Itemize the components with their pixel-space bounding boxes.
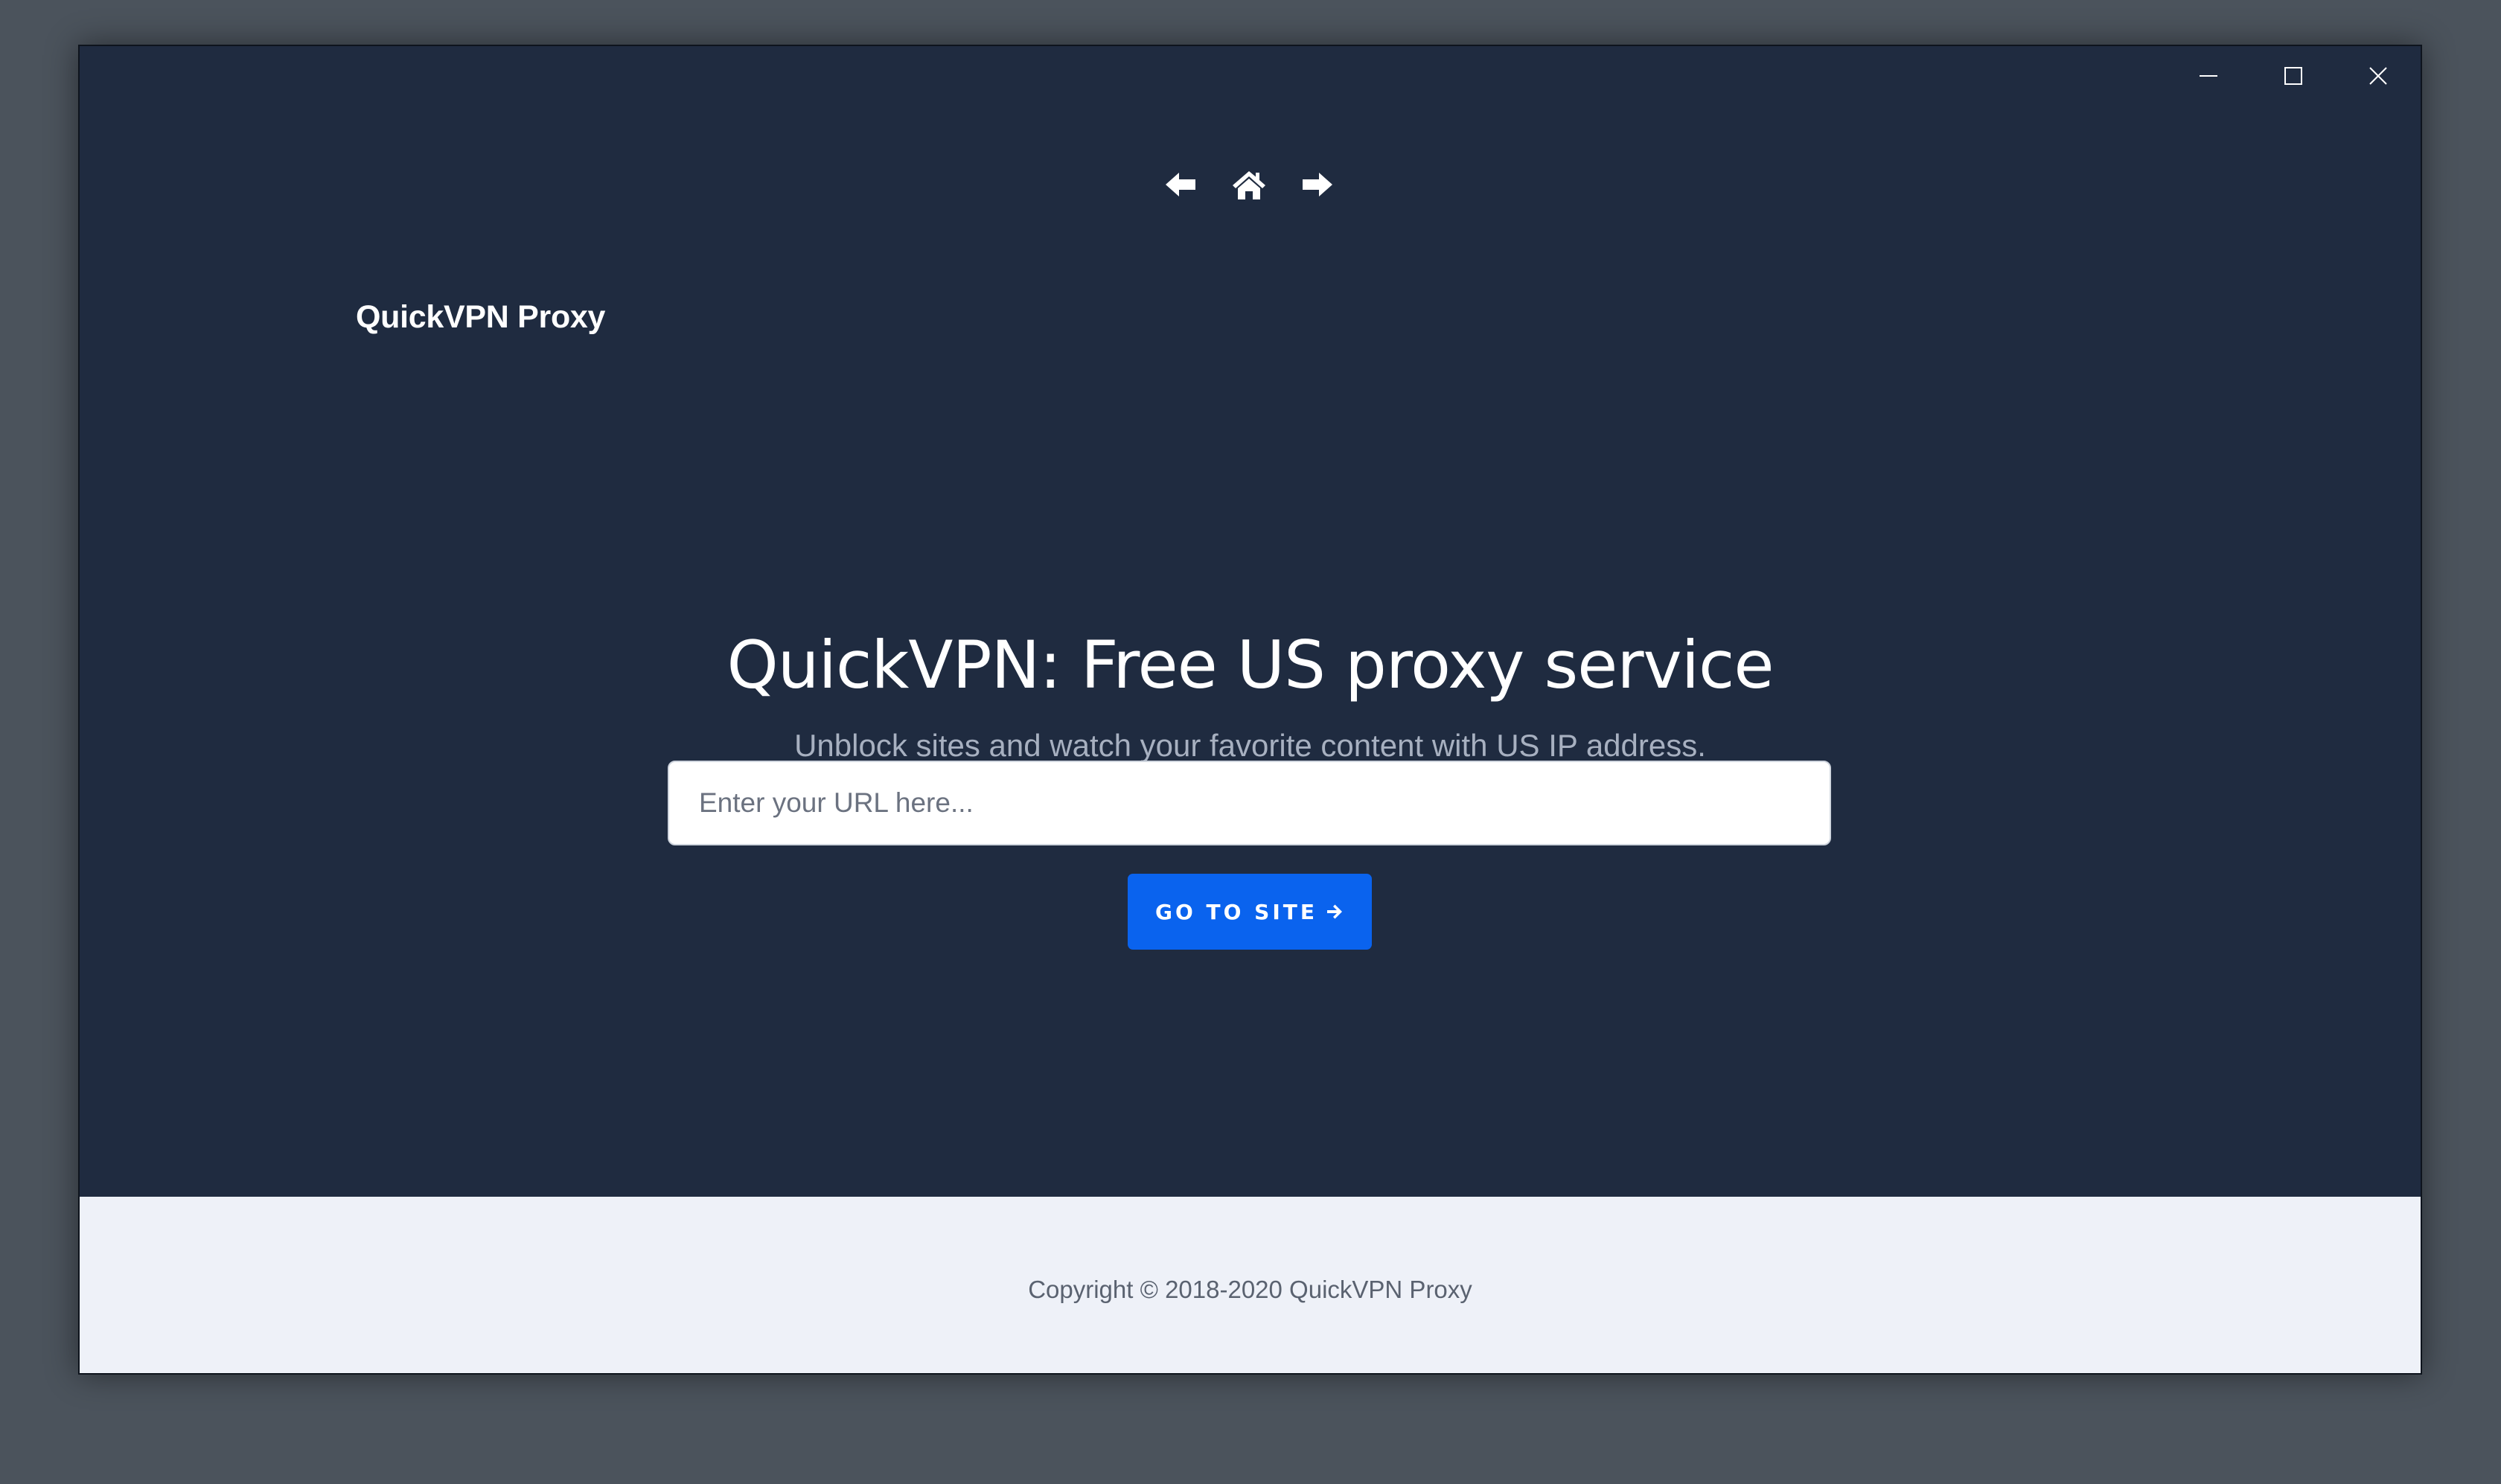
arrow-right-icon xyxy=(1325,902,1344,921)
desktop: QuickVPN Proxy QuickVPN: Free US proxy s… xyxy=(0,0,2501,1484)
page-title: QuickVPN: Free US proxy service xyxy=(726,627,1774,703)
forward-button[interactable] xyxy=(1300,167,1335,202)
go-to-site-label: GO TO SITE xyxy=(1155,899,1317,924)
arrow-right-icon xyxy=(1302,173,1332,196)
arrow-left-icon xyxy=(1165,173,1195,196)
home-button[interactable] xyxy=(1231,167,1267,202)
hero-section: QuickVPN: Free US proxy service Unblock … xyxy=(80,619,2421,768)
window-controls xyxy=(2166,46,2421,106)
app-window: QuickVPN Proxy QuickVPN: Free US proxy s… xyxy=(78,45,2422,1375)
back-button[interactable] xyxy=(1163,167,1198,202)
brand-logo-text[interactable]: QuickVPN Proxy xyxy=(356,299,605,336)
copyright-text: Copyright © 2018-2020 QuickVPN Proxy xyxy=(1028,1275,1472,1303)
navigation-bar xyxy=(80,167,2419,202)
url-input[interactable] xyxy=(668,761,1831,845)
maximize-icon xyxy=(2284,67,2302,85)
home-icon xyxy=(1232,171,1265,199)
minimize-icon xyxy=(2200,75,2217,77)
footer: Copyright © 2018-2020 QuickVPN Proxy xyxy=(80,1197,2421,1373)
go-to-site-button[interactable]: GO TO SITE xyxy=(1128,874,1372,950)
close-button[interactable] xyxy=(2336,46,2421,106)
minimize-button[interactable] xyxy=(2166,46,2251,106)
maximize-button[interactable] xyxy=(2251,46,2336,106)
close-icon xyxy=(2369,67,2387,85)
